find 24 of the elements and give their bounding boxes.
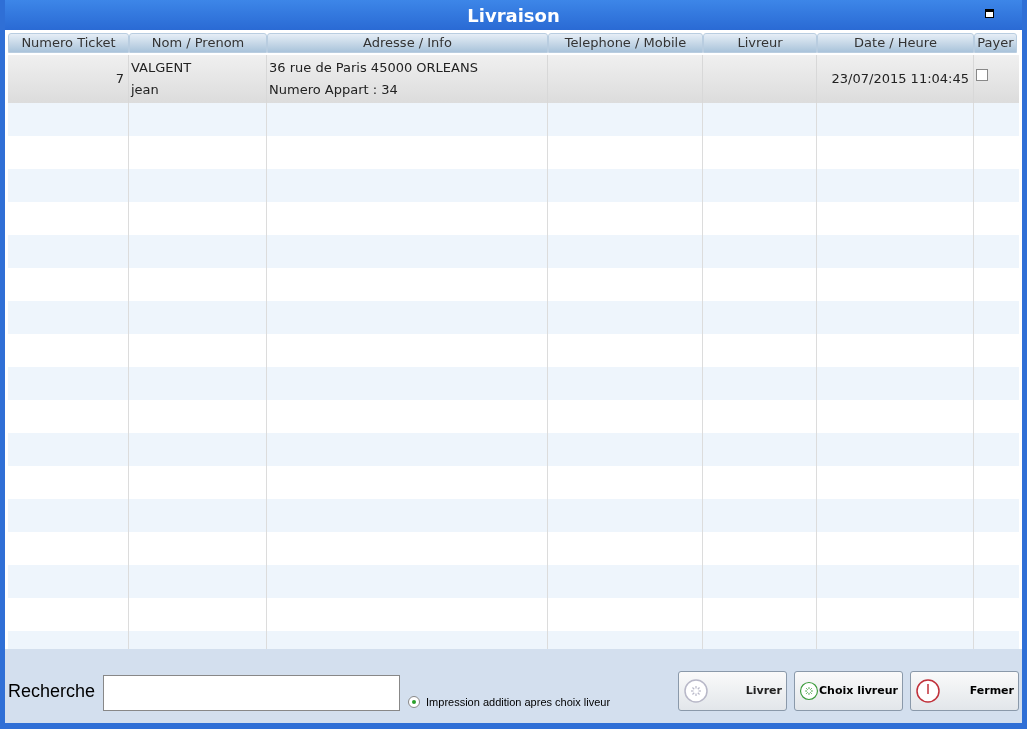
checkbox[interactable] bbox=[976, 69, 988, 81]
column-header[interactable]: Adresse / Info bbox=[267, 33, 548, 53]
power-icon bbox=[915, 678, 941, 704]
table-cell-text: VALGENT bbox=[131, 59, 193, 77]
search-field[interactable] bbox=[103, 675, 401, 711]
table-cell-text: 23/07/2015 11:04:45 bbox=[831, 70, 969, 89]
column-header[interactable]: Payer bbox=[974, 33, 1017, 53]
column-header[interactable]: Nom / Prenom bbox=[129, 33, 267, 53]
column-header[interactable]: Date / Heure bbox=[817, 33, 974, 53]
action-button[interactable]: Fermer bbox=[910, 671, 1019, 711]
column-header[interactable]: Numero Ticket bbox=[8, 33, 129, 53]
option-label: Impression addition apres choix liveur bbox=[426, 694, 611, 710]
maximize-button[interactable] bbox=[985, 9, 994, 18]
table-cell-text: 7 bbox=[115, 70, 124, 89]
column-header[interactable]: Telephone / Mobile bbox=[548, 33, 703, 53]
window-title: Livraison bbox=[467, 3, 560, 28]
radio-button[interactable] bbox=[408, 695, 421, 708]
search-label: Recherche bbox=[8, 680, 96, 703]
table-cell-text: jean bbox=[131, 81, 160, 99]
column-header[interactable]: Livreur bbox=[703, 33, 817, 53]
table-cell-text: Numero Appart : 34 bbox=[269, 81, 399, 99]
action-button[interactable]: Choix livreur bbox=[794, 671, 903, 711]
spinner-icon bbox=[683, 678, 709, 704]
table-cell-text: 36 rue de Paris 45000 ORLEANS bbox=[269, 59, 479, 77]
